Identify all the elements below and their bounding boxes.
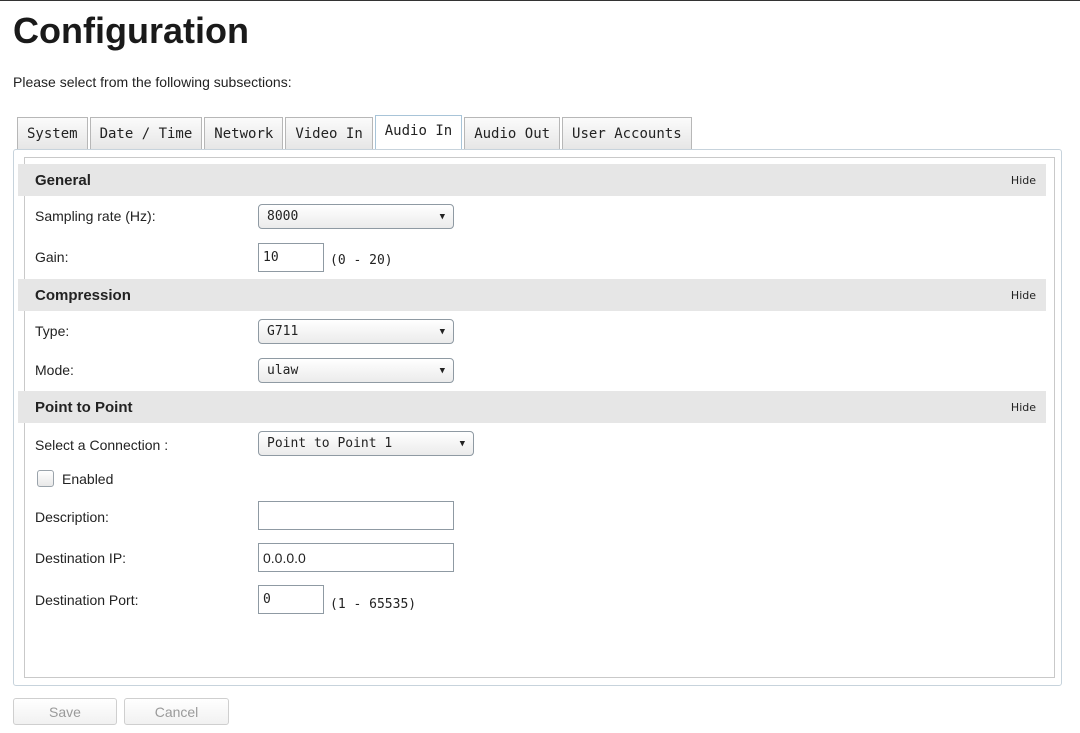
- tab-bar: System Date / Time Network Video In Audi…: [17, 115, 692, 150]
- connection-value: Point to Point 1: [267, 436, 393, 451]
- description-input[interactable]: [258, 501, 454, 530]
- intro-text: Please select from the following subsect…: [13, 74, 292, 90]
- destination-ip-value: 0.0.0.0: [263, 549, 306, 566]
- tab-audio-in[interactable]: Audio In: [374, 115, 463, 150]
- tab-video-in[interactable]: Video In: [285, 117, 373, 149]
- type-select[interactable]: G711 ▼: [258, 319, 454, 344]
- mode-value: ulaw: [267, 363, 299, 378]
- tab-network[interactable]: Network: [204, 117, 284, 149]
- mode-label: Mode:: [35, 362, 74, 378]
- chevron-down-icon: ▼: [439, 365, 445, 376]
- destination-port-input[interactable]: 0: [258, 585, 324, 614]
- gain-input[interactable]: 10: [258, 243, 324, 272]
- section-title-point-to-point: Point to Point: [35, 398, 133, 416]
- section-header-compression: Compression Hide: [18, 279, 1046, 311]
- destination-ip-label: Destination IP:: [35, 550, 127, 566]
- tab-system[interactable]: System: [17, 117, 88, 149]
- description-label: Description:: [35, 509, 109, 525]
- chevron-down-icon: ▼: [459, 438, 465, 449]
- enabled-label: Enabled: [62, 471, 114, 487]
- section-title-compression: Compression: [35, 286, 131, 304]
- hide-point-to-point-link[interactable]: Hide: [1011, 401, 1036, 414]
- connection-select[interactable]: Point to Point 1 ▼: [258, 431, 474, 456]
- hide-compression-link[interactable]: Hide: [1011, 289, 1036, 302]
- hide-general-link[interactable]: Hide: [1011, 174, 1036, 187]
- section-header-general: General Hide: [18, 164, 1046, 196]
- connection-label: Select a Connection :: [35, 437, 169, 453]
- destination-port-range: (1 - 65535): [330, 597, 417, 612]
- chevron-down-icon: ▼: [439, 326, 445, 337]
- type-value: G711: [267, 324, 299, 339]
- chevron-down-icon: ▼: [439, 211, 445, 222]
- destination-ip-input[interactable]: 0.0.0.0: [258, 543, 454, 572]
- save-button[interactable]: Save: [13, 698, 117, 725]
- destination-port-label: Destination Port:: [35, 592, 139, 608]
- sampling-rate-label: Sampling rate (Hz):: [35, 208, 156, 224]
- mode-select[interactable]: ulaw ▼: [258, 358, 454, 383]
- gain-range: (0 - 20): [330, 253, 393, 268]
- page-title: Configuration: [13, 10, 249, 51]
- gain-label: Gain:: [35, 249, 69, 265]
- section-title-general: General: [35, 171, 91, 189]
- tab-date-time[interactable]: Date / Time: [89, 117, 203, 149]
- section-header-point-to-point: Point to Point Hide: [18, 391, 1046, 423]
- sampling-rate-value: 8000: [267, 209, 299, 224]
- cancel-button[interactable]: Cancel: [124, 698, 229, 725]
- sampling-rate-select[interactable]: 8000 ▼: [258, 204, 454, 229]
- type-label: Type:: [35, 323, 70, 339]
- destination-port-value: 0: [263, 592, 271, 607]
- tab-user-accounts[interactable]: User Accounts: [562, 117, 692, 149]
- enabled-checkbox[interactable]: [37, 470, 54, 487]
- gain-value: 10: [263, 250, 279, 265]
- tab-audio-out[interactable]: Audio Out: [464, 117, 561, 149]
